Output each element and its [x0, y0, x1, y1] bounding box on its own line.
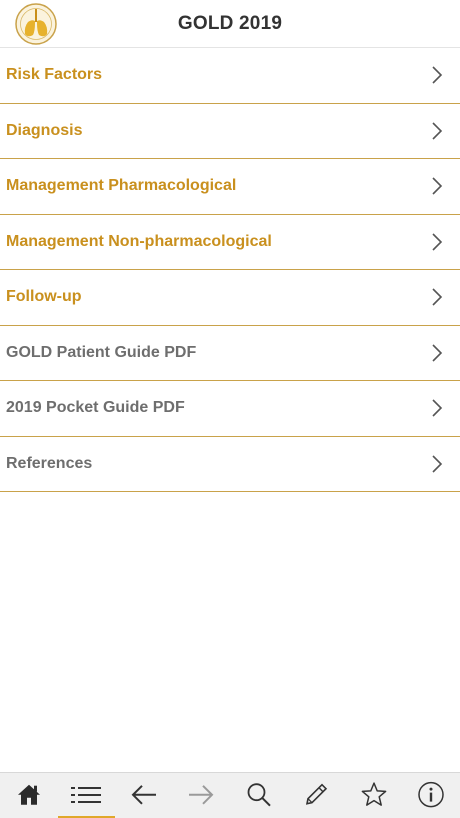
app-header: GOLD 2019 [0, 0, 460, 48]
pencil-icon [306, 783, 328, 805]
chevron-right-icon [432, 177, 443, 195]
menu-item-pocket-guide-pdf[interactable]: 2019 Pocket Guide PDF [0, 381, 460, 437]
chevron-right-icon [432, 455, 443, 473]
chevron-right-icon [432, 122, 443, 140]
bottom-toolbar [0, 772, 460, 818]
search-icon [247, 783, 271, 807]
star-icon [361, 782, 387, 806]
chevron-right-icon [432, 399, 443, 417]
search-button[interactable] [230, 773, 288, 818]
page-title: GOLD 2019 [177, 13, 283, 34]
menu-item-management-non-pharmacological[interactable]: Management Non-pharmacological [0, 215, 460, 270]
info-button[interactable] [403, 773, 460, 818]
list-icon [71, 787, 102, 803]
menu-item-label: Management Non-pharmacological [6, 232, 272, 250]
forward-button[interactable] [173, 773, 231, 818]
menu-item-label: Management Pharmacological [6, 177, 237, 195]
notes-button[interactable] [288, 773, 346, 818]
chevron-right-icon [432, 66, 443, 84]
menu-item-follow-up[interactable]: Follow-up [0, 270, 460, 326]
app-screen: GOLD 2019 Risk Factors Diagnosis Managem… [0, 0, 460, 818]
menu-item-diagnosis[interactable]: Diagnosis [0, 104, 460, 159]
home-icon [17, 784, 40, 805]
forward-arrow-icon [189, 785, 214, 805]
info-icon [418, 781, 444, 808]
home-button[interactable] [0, 773, 58, 818]
main-menu: Risk Factors Diagnosis Management Pharma… [0, 48, 460, 492]
menu-item-patient-guide-pdf[interactable]: GOLD Patient Guide PDF [0, 326, 460, 381]
menu-item-references[interactable]: References [0, 437, 460, 492]
menu-item-label: Diagnosis [6, 121, 83, 139]
menu-item-management-pharmacological[interactable]: Management Pharmacological [0, 159, 460, 215]
menu-item-label: GOLD Patient Guide PDF [6, 343, 197, 361]
menu-item-label: Risk Factors [6, 66, 103, 84]
menu-item-risk-factors[interactable]: Risk Factors [0, 48, 460, 104]
contents-list-button[interactable] [57, 773, 116, 818]
chevron-right-icon [432, 233, 443, 251]
menu-item-label: 2019 Pocket Guide PDF [6, 399, 185, 417]
menu-item-label: Follow-up [6, 288, 82, 306]
back-arrow-icon [131, 785, 156, 805]
menu-item-label: References [6, 454, 93, 472]
chevron-right-icon [432, 344, 443, 362]
back-button[interactable] [115, 773, 173, 818]
bookmarks-button[interactable] [345, 773, 403, 818]
chevron-right-icon [432, 288, 443, 306]
